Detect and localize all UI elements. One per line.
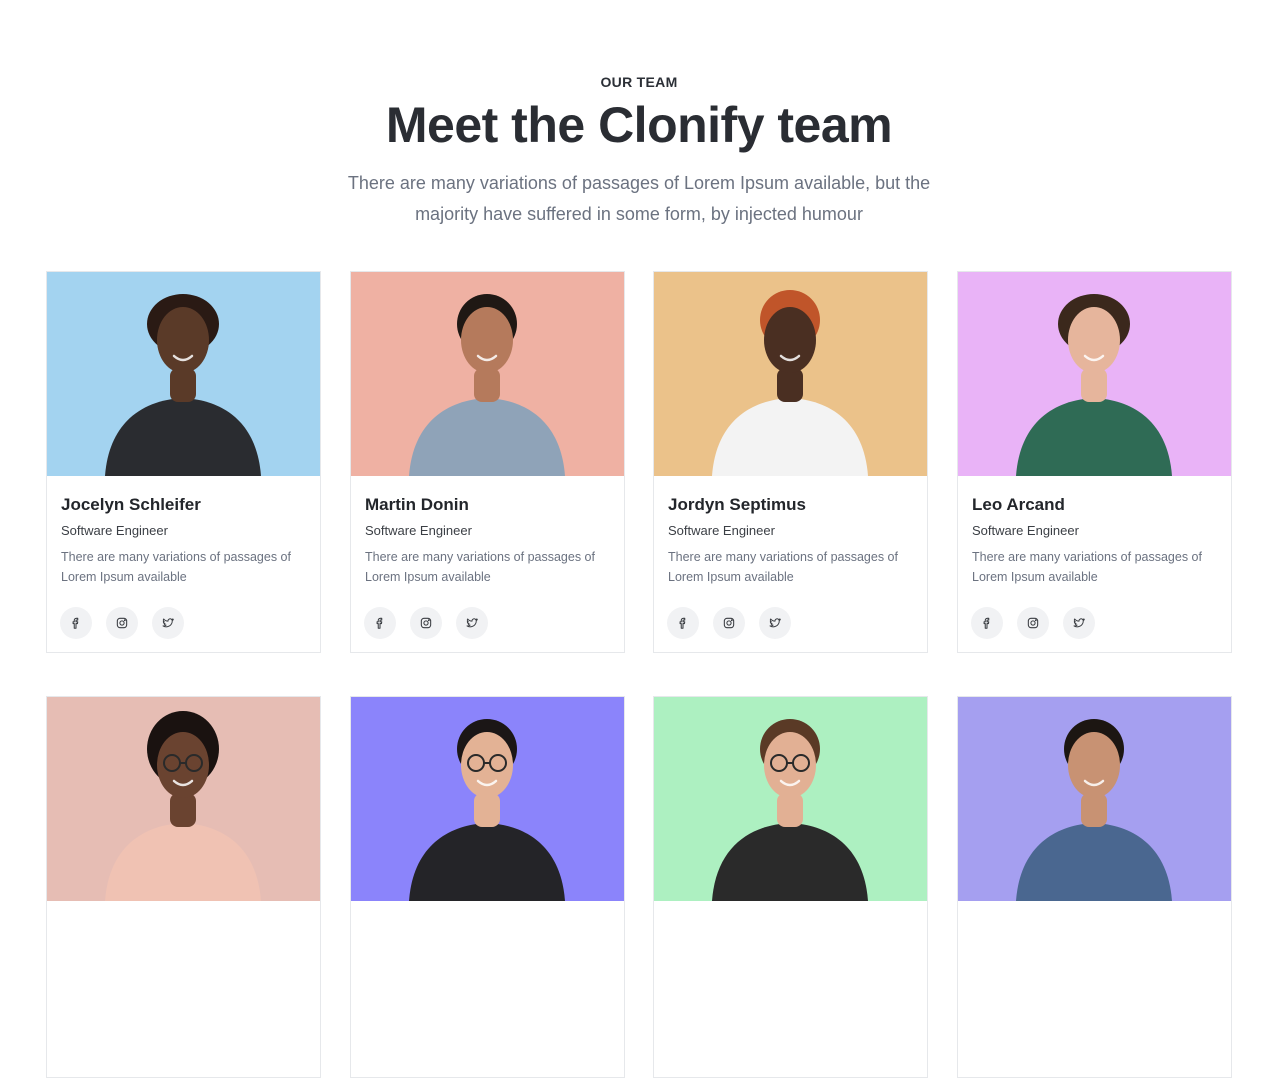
section-title: Meet the Clonify team (385, 97, 893, 153)
twitter-icon[interactable] (456, 607, 488, 639)
member-description: There are many variations of passages of… (61, 550, 291, 584)
member-name: Leo Arcand (972, 495, 1065, 514)
team-member-card: Jocelyn Schleifer Software Engineer Ther… (46, 271, 321, 653)
team-member-card (653, 696, 928, 1078)
member-name: Martin Donin (365, 495, 469, 514)
member-photo (47, 697, 320, 901)
instagram-icon[interactable] (713, 607, 745, 639)
team-member-card: Leo Arcand Software Engineer There are m… (957, 271, 1232, 653)
member-role: Software Engineer (972, 523, 1079, 538)
member-photo (958, 697, 1231, 901)
member-description: There are many variations of passages of… (972, 550, 1202, 584)
member-portrait (47, 697, 320, 901)
team-member-card: Martin Donin Software Engineer There are… (350, 271, 625, 653)
social-links (971, 607, 1095, 639)
member-portrait (958, 272, 1231, 476)
section-eyebrow: OUR TEAM (600, 74, 678, 90)
instagram-icon[interactable] (106, 607, 138, 639)
facebook-icon[interactable] (971, 607, 1003, 639)
social-links (667, 607, 791, 639)
member-photo (958, 272, 1231, 476)
member-photo (47, 272, 320, 476)
member-name: Jordyn Septimus (668, 495, 806, 514)
member-name: Jocelyn Schleifer (61, 495, 201, 514)
instagram-icon[interactable] (1017, 607, 1049, 639)
twitter-icon[interactable] (1063, 607, 1095, 639)
member-role: Software Engineer (365, 523, 472, 538)
team-member-card (957, 696, 1232, 1078)
member-portrait (351, 272, 624, 476)
member-role: Software Engineer (61, 523, 168, 538)
facebook-icon[interactable] (60, 607, 92, 639)
member-info: Jordyn Septimus Software Engineer There … (654, 476, 927, 653)
facebook-icon[interactable] (667, 607, 699, 639)
team-member-card: Jordyn Septimus Software Engineer There … (653, 271, 928, 653)
facebook-icon[interactable] (364, 607, 396, 639)
social-links (364, 607, 488, 639)
member-photo (351, 697, 624, 901)
member-photo (654, 272, 927, 476)
member-photo (351, 272, 624, 476)
member-description: There are many variations of passages of… (668, 550, 898, 584)
twitter-icon[interactable] (759, 607, 791, 639)
member-portrait (958, 697, 1231, 901)
member-description: There are many variations of passages of… (365, 550, 595, 584)
member-portrait (654, 697, 927, 901)
team-member-card (350, 696, 625, 1078)
twitter-icon[interactable] (152, 607, 184, 639)
member-portrait (47, 272, 320, 476)
member-info: Jocelyn Schleifer Software Engineer Ther… (47, 476, 320, 653)
member-portrait (351, 697, 624, 901)
member-portrait (654, 272, 927, 476)
section-subtitle: There are many variations of passages of… (347, 173, 931, 224)
member-role: Software Engineer (668, 523, 775, 538)
member-photo (654, 697, 927, 901)
member-info: Leo Arcand Software Engineer There are m… (958, 476, 1231, 653)
instagram-icon[interactable] (410, 607, 442, 639)
member-info: Martin Donin Software Engineer There are… (351, 476, 624, 653)
team-member-card (46, 696, 321, 1078)
social-links (60, 607, 184, 639)
